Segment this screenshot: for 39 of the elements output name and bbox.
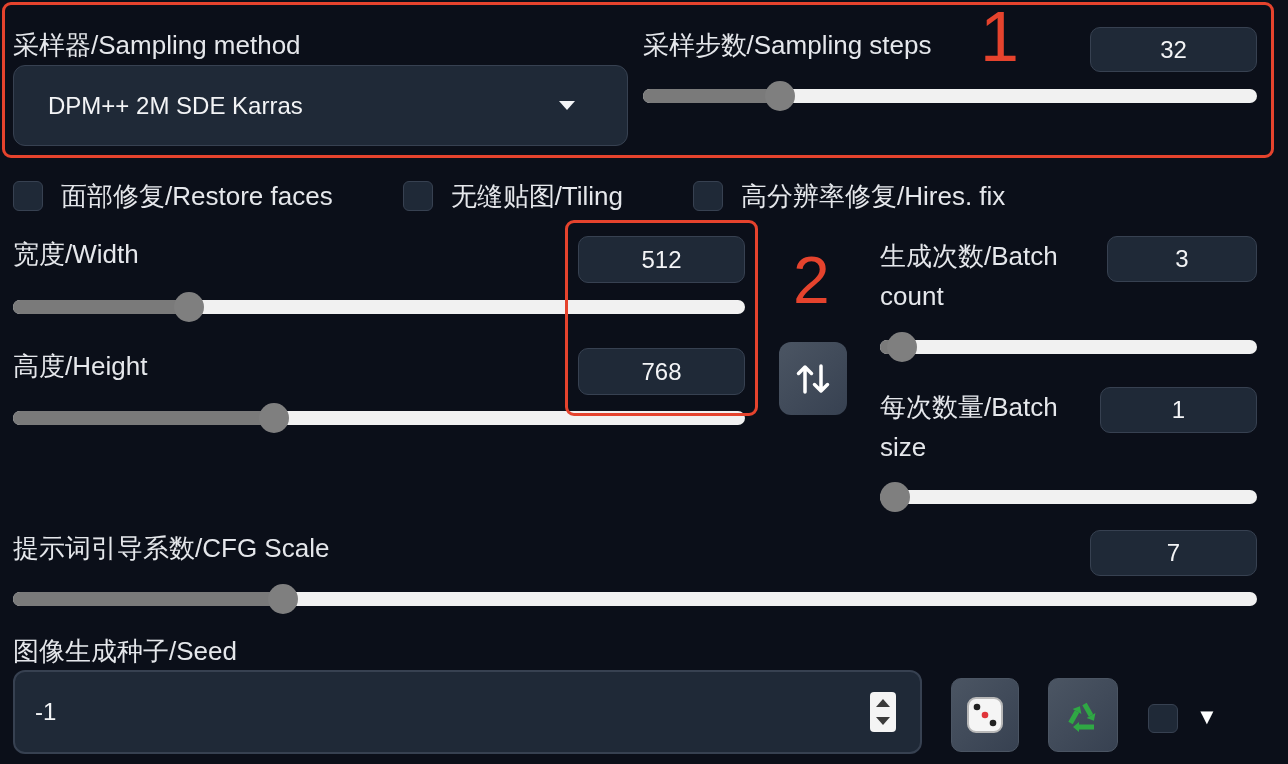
checkbox[interactable] bbox=[693, 181, 724, 211]
slider-label: 提示词引导系数/CFG Scale bbox=[13, 533, 330, 563]
slider-label: 宽度/Width bbox=[13, 239, 139, 269]
checkbox-label[interactable]: 高分辨率修复/Hires. fix bbox=[741, 176, 1006, 216]
slider-handle[interactable] bbox=[880, 482, 910, 512]
swap-button[interactable] bbox=[779, 342, 847, 415]
checkbox-label[interactable]: 面部修复/Restore faces bbox=[61, 176, 333, 216]
number-input[interactable]: 512 bbox=[578, 236, 745, 283]
expand-toggle[interactable]: ▼ bbox=[1196, 704, 1218, 730]
slider-handle[interactable] bbox=[267, 584, 298, 614]
dice-icon bbox=[967, 697, 1003, 733]
dropdown-label: 采样器/Sampling method bbox=[13, 30, 302, 60]
annotation-number: 2 bbox=[793, 247, 830, 313]
slider-label: 生成次数/Batch count bbox=[880, 240, 1059, 313]
caret-icon bbox=[558, 101, 575, 110]
number-input[interactable]: 3 bbox=[1107, 236, 1257, 282]
slider-label: 采样步数/Sampling steps bbox=[642, 30, 932, 60]
annotation-number: 1 bbox=[980, 2, 1019, 72]
checkbox[interactable] bbox=[13, 181, 43, 211]
checkbox-label[interactable]: 无缝贴图/Tiling bbox=[450, 176, 624, 216]
seed-label: 图像生成种子/Seed bbox=[13, 636, 237, 666]
number-input[interactable]: 32 bbox=[1090, 27, 1257, 72]
number-input[interactable]: 7 bbox=[1090, 530, 1257, 576]
recycle-button[interactable] bbox=[1048, 678, 1118, 752]
slider-label: 高度/Height bbox=[13, 351, 148, 381]
slider-handle[interactable] bbox=[258, 403, 289, 433]
sampler-dropdown[interactable]: DPM++ 2M SDE Karras bbox=[13, 65, 628, 146]
number-input[interactable]: 768 bbox=[578, 348, 745, 395]
checkbox[interactable] bbox=[402, 181, 433, 211]
number-input[interactable]: 1 bbox=[1100, 387, 1257, 433]
spin-arrows-icon[interactable] bbox=[870, 692, 896, 732]
slider-handle[interactable] bbox=[765, 81, 796, 111]
swap-arrows-icon bbox=[796, 363, 830, 394]
seed-input[interactable]: -1 bbox=[13, 670, 922, 754]
dice-button[interactable] bbox=[951, 678, 1019, 752]
slider-handle[interactable] bbox=[886, 332, 917, 362]
slider-handle[interactable] bbox=[174, 292, 205, 322]
checkbox[interactable] bbox=[1148, 703, 1178, 733]
slider-label: 每次数量/Batch size bbox=[880, 391, 1059, 464]
